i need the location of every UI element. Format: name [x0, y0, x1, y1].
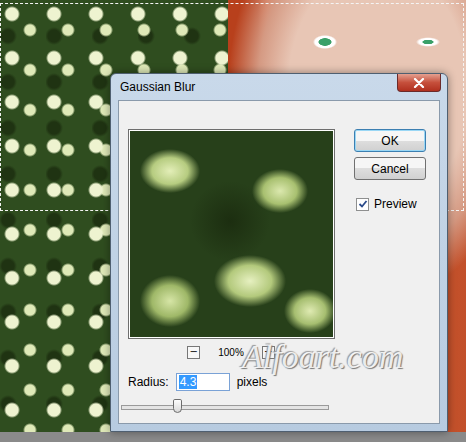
watermark: Alfoart.com	[242, 338, 403, 376]
check-icon	[358, 199, 368, 209]
close-icon	[413, 78, 425, 88]
zoom-row: − 100% +	[128, 345, 340, 359]
radius-label: Radius:	[128, 375, 169, 389]
dialog-body: − 100% + Radius: 4.3 pixels OK Cancel Pre…	[118, 100, 440, 424]
photoshop-canvas: Gaussian Blur − 100% + Radius: 4.3 pixel…	[0, 0, 466, 442]
zoom-out-button[interactable]: −	[187, 346, 200, 359]
radius-field[interactable]: 4.3	[176, 373, 230, 391]
zoom-level: 100%	[218, 347, 244, 358]
preview-image[interactable]	[130, 131, 333, 337]
close-button[interactable]	[397, 74, 441, 92]
preview-checkbox[interactable]	[356, 198, 369, 211]
dialog-button[interactable]: OK	[354, 129, 426, 152]
preview-label: Preview	[374, 197, 417, 211]
radius-unit: pixels	[237, 375, 268, 389]
radius-value: 4.3	[179, 375, 198, 389]
left-column: − 100% + Radius: 4.3 pixels	[128, 129, 340, 423]
title-bar[interactable]: Gaussian Blur	[118, 74, 440, 100]
dialog-button[interactable]: Cancel	[354, 157, 426, 180]
right-column: OK Cancel Preview	[354, 129, 428, 423]
preview-frame	[128, 129, 335, 339]
radius-slider[interactable]	[121, 398, 329, 416]
slider-thumb[interactable]	[173, 399, 182, 413]
preview-checkbox-row[interactable]: Preview	[354, 197, 428, 211]
dialog-title: Gaussian Blur	[118, 74, 195, 94]
zoom-in-button[interactable]: +	[262, 346, 275, 359]
radius-row: Radius: 4.3 pixels	[128, 373, 340, 391]
canvas-bottom	[0, 432, 466, 442]
slider-track	[121, 405, 329, 410]
gaussian-blur-dialog: Gaussian Blur − 100% + Radius: 4.3 pixel…	[110, 73, 448, 432]
